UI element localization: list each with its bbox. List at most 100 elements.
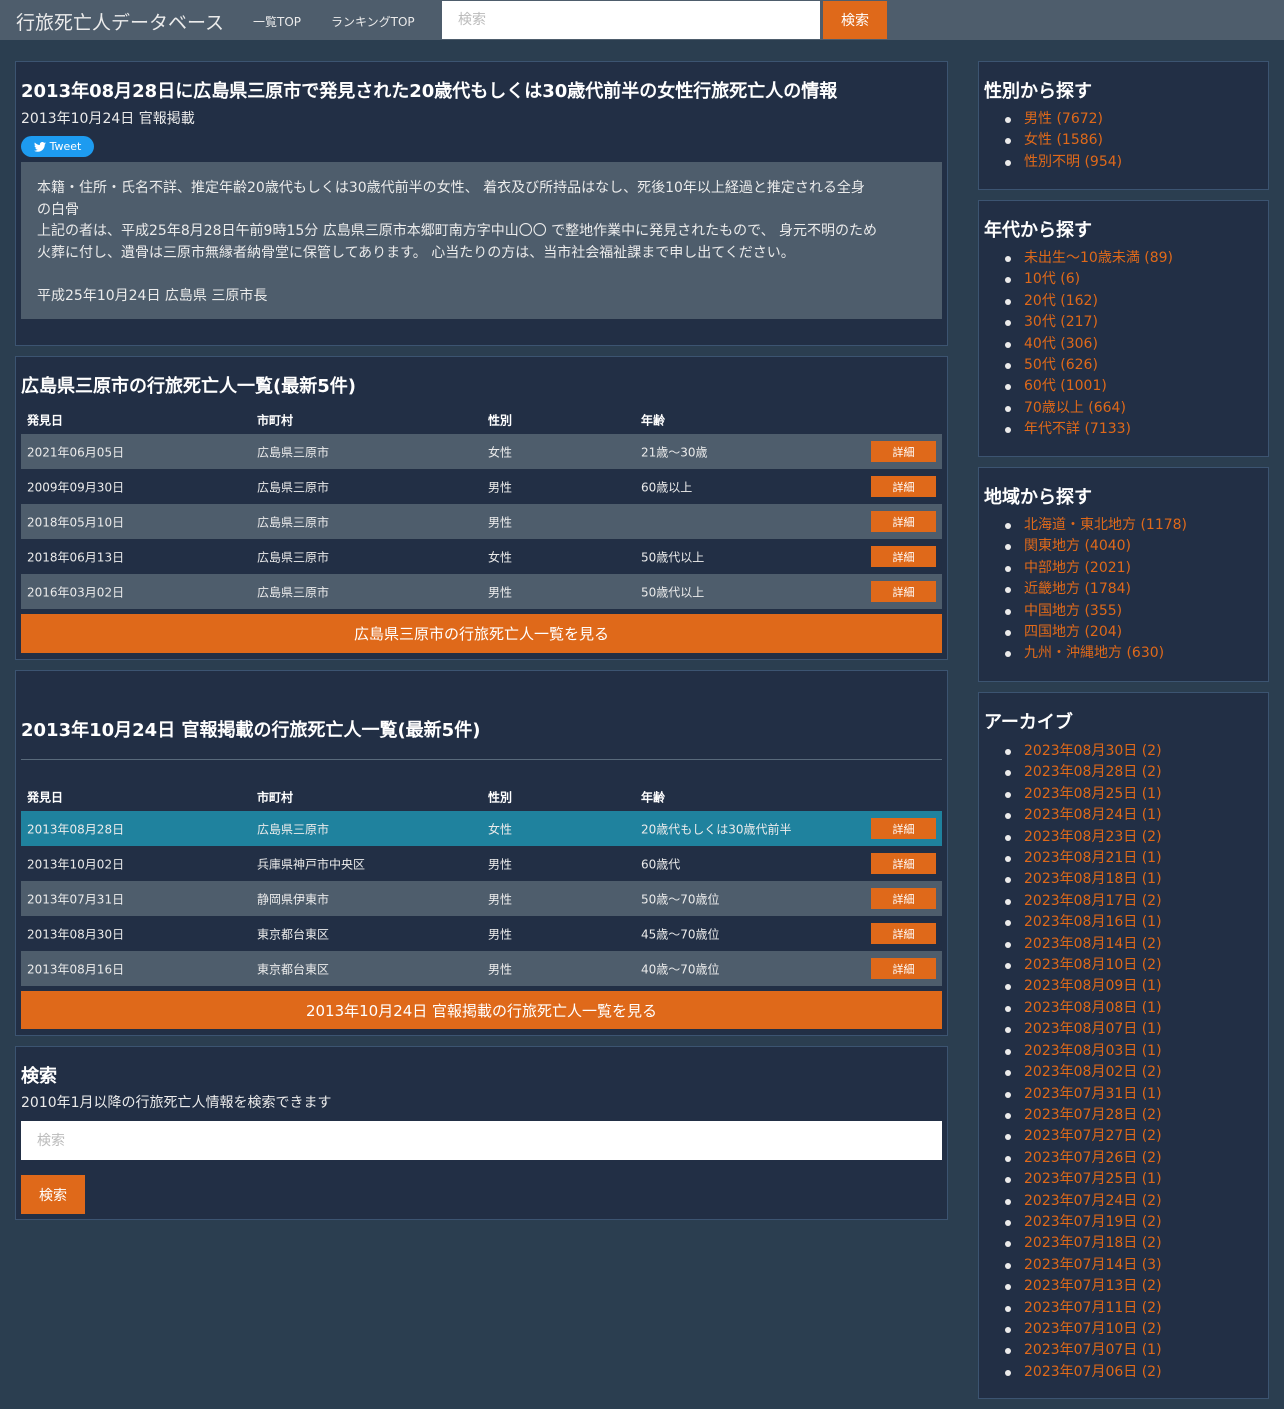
cell-city: 広島県三原市: [257, 822, 330, 836]
archive-link[interactable]: 2023年07月28日 (2): [1005, 1105, 1162, 1126]
age-link[interactable]: 60代 (1001): [1004, 376, 1173, 397]
detail-button[interactable]: 詳細: [871, 546, 936, 567]
archive-link[interactable]: 2023年08月30日 (2): [1005, 741, 1162, 762]
detail-body: 本籍・住所・氏名不詳、推定年齢20歳代もしくは30歳代前半の女性、 着衣及び所持…: [21, 162, 942, 319]
archive-link[interactable]: 2023年07月13日 (2): [1005, 1276, 1162, 1297]
archive-link[interactable]: 2023年08月18日 (1): [1005, 869, 1162, 890]
col-age: 年齢: [641, 790, 666, 805]
archive-link[interactable]: 2023年07月14日 (3): [1005, 1255, 1162, 1276]
region-link[interactable]: 中部地方 (2021): [1004, 558, 1187, 579]
cell-date: 2013年08月16日: [27, 962, 125, 976]
table-header: 発見日 市町村 性別 年齢: [21, 785, 942, 809]
cell-age: 45歳～70歳位: [641, 927, 720, 941]
age-link[interactable]: 未出生～10歳未満 (89): [1004, 248, 1173, 269]
body-line: 火葬に付し、遺骨は三原市無縁者納骨堂に保管してあります。 心当たりの方は、当市社…: [37, 244, 795, 261]
detail-button[interactable]: 詳細: [871, 853, 936, 874]
archive-link[interactable]: 2023年08月03日 (1): [1005, 1041, 1162, 1062]
nav-search-input[interactable]: [442, 1, 820, 39]
age-link[interactable]: 10代 (6): [1004, 269, 1173, 290]
archive-link[interactable]: 2023年08月08日 (1): [1005, 998, 1162, 1019]
age-link[interactable]: 30代 (217): [1004, 312, 1173, 333]
detail-button[interactable]: 詳細: [871, 888, 936, 909]
city-list-more-button[interactable]: 広島県三原市の行旅死亡人一覧を見る: [21, 614, 942, 653]
cell-city: 静岡県伊東市: [257, 892, 330, 906]
archive-link[interactable]: 2023年08月23日 (2): [1005, 827, 1162, 848]
date-list-more-button[interactable]: 2013年10月24日 官報掲載の行旅死亡人一覧を見る: [21, 991, 942, 1029]
age-link[interactable]: 年代不詳 (7133): [1004, 419, 1173, 440]
archive-link[interactable]: 2023年08月07日 (1): [1005, 1019, 1162, 1040]
table-row: 2021年06月05日 広島県三原市 女性 21歳～30歳 詳細: [21, 434, 942, 469]
archive-link[interactable]: 2023年07月10日 (2): [1005, 1319, 1162, 1340]
archive-link[interactable]: 2023年07月26日 (2): [1005, 1148, 1162, 1169]
archive-link[interactable]: 2023年07月25日 (1): [1005, 1169, 1162, 1190]
tweet-button[interactable]: Tweet: [21, 136, 94, 157]
age-link[interactable]: 20代 (162): [1004, 291, 1173, 312]
archive-link[interactable]: 2023年07月18日 (2): [1005, 1233, 1162, 1254]
region-link[interactable]: 北海道・東北地方 (1178): [1004, 515, 1187, 536]
detail-button[interactable]: 詳細: [871, 581, 936, 602]
cell-gender: 女性: [488, 822, 513, 836]
date-list-title: 2013年10月24日 官報掲載の行旅死亡人一覧(最新5件): [21, 720, 481, 741]
archive-link[interactable]: 2023年08月09日 (1): [1005, 976, 1162, 997]
search-input[interactable]: [21, 1121, 942, 1160]
col-found-date: 発見日: [27, 413, 64, 428]
region-link[interactable]: 四国地方 (204): [1004, 622, 1187, 643]
table-row-current: 2013年08月28日 広島県三原市 女性 20歳代もしくは30歳代前半 詳細: [21, 811, 942, 846]
archive-list: 2023年08月30日 (2) 2023年08月28日 (2) 2023年08月25…: [1005, 741, 1162, 1383]
gender-list: 男性 (7672) 女性 (1586) 性別不明 (954): [1004, 109, 1122, 173]
archive-link[interactable]: 2023年08月16日 (1): [1005, 912, 1162, 933]
archive-link[interactable]: 2023年08月28日 (2): [1005, 762, 1162, 783]
archive-link[interactable]: 2023年08月25日 (1): [1005, 784, 1162, 805]
sidebar-region-title: 地域から探す: [984, 487, 1092, 508]
detail-button[interactable]: 詳細: [871, 476, 936, 497]
nav-link-ranking-top[interactable]: ランキングTOP: [331, 13, 415, 30]
age-link[interactable]: 40代 (306): [1004, 334, 1173, 355]
region-link[interactable]: 九州・沖縄地方 (630): [1004, 643, 1187, 664]
table-row: 2018年05月10日 広島県三原市 男性 詳細: [21, 504, 942, 539]
region-link[interactable]: 関東地方 (4040): [1004, 536, 1187, 557]
sidebar-region-panel: 地域から探す 北海道・東北地方 (1178) 関東地方 (4040) 中部地方 …: [978, 467, 1269, 682]
archive-link[interactable]: 2023年08月24日 (1): [1005, 805, 1162, 826]
gender-link[interactable]: 男性 (7672): [1004, 109, 1122, 130]
age-link[interactable]: 70歳以上 (664): [1004, 398, 1173, 419]
detail-button[interactable]: 詳細: [871, 958, 936, 979]
body-line: [37, 264, 926, 286]
archive-link[interactable]: 2023年07月27日 (2): [1005, 1126, 1162, 1147]
archive-link[interactable]: 2023年07月24日 (2): [1005, 1191, 1162, 1212]
col-municipality: 市町村: [257, 790, 294, 805]
sidebar-gender-title: 性別から探す: [984, 81, 1092, 102]
archive-link[interactable]: 2023年08月21日 (1): [1005, 848, 1162, 869]
age-link[interactable]: 50代 (626): [1004, 355, 1173, 376]
detail-button[interactable]: 詳細: [871, 441, 936, 462]
region-link[interactable]: 中国地方 (355): [1004, 601, 1187, 622]
site-brand[interactable]: 行旅死亡人データベース: [16, 8, 224, 35]
archive-link[interactable]: 2023年08月17日 (2): [1005, 891, 1162, 912]
cell-age: 50歳代以上: [641, 550, 705, 564]
nav-search-button[interactable]: 検索: [823, 1, 887, 39]
table-header: 発見日 市町村 性別 年齢: [21, 408, 942, 432]
gender-link[interactable]: 女性 (1586): [1004, 130, 1122, 151]
archive-link[interactable]: 2023年08月10日 (2): [1005, 955, 1162, 976]
cell-date: 2013年07月31日: [27, 892, 125, 906]
search-panel: 検索 2010年1月以降の行旅死亡人情報を検索できます 検索: [15, 1046, 948, 1220]
tweet-label: Tweet: [49, 140, 82, 153]
archive-link[interactable]: 2023年07月06日 (2): [1005, 1362, 1162, 1383]
archive-link[interactable]: 2023年07月07日 (1): [1005, 1340, 1162, 1361]
nav-link-list-top[interactable]: 一覧TOP: [253, 13, 301, 30]
cell-city: 東京都台東区: [257, 962, 330, 976]
archive-link[interactable]: 2023年08月02日 (2): [1005, 1062, 1162, 1083]
region-link[interactable]: 近畿地方 (1784): [1004, 579, 1187, 600]
search-description: 2010年1月以降の行旅死亡人情報を検索できます: [21, 1095, 332, 1111]
detail-button[interactable]: 詳細: [871, 511, 936, 532]
archive-link[interactable]: 2023年08月14日 (2): [1005, 934, 1162, 955]
archive-link[interactable]: 2023年07月11日 (2): [1005, 1298, 1162, 1319]
archive-link[interactable]: 2023年07月31日 (1): [1005, 1084, 1162, 1105]
cell-date: 2013年10月02日: [27, 857, 125, 871]
detail-published: 2013年10月24日 官報掲載: [21, 111, 195, 127]
gender-link[interactable]: 性別不明 (954): [1004, 152, 1122, 173]
detail-button[interactable]: 詳細: [871, 923, 936, 944]
archive-link[interactable]: 2023年07月19日 (2): [1005, 1212, 1162, 1233]
detail-button[interactable]: 詳細: [871, 818, 936, 839]
detail-panel: 2013年08月28日に広島県三原市で発見された20歳代もしくは30歳代前半の女…: [15, 61, 948, 346]
search-button[interactable]: 検索: [21, 1175, 85, 1214]
